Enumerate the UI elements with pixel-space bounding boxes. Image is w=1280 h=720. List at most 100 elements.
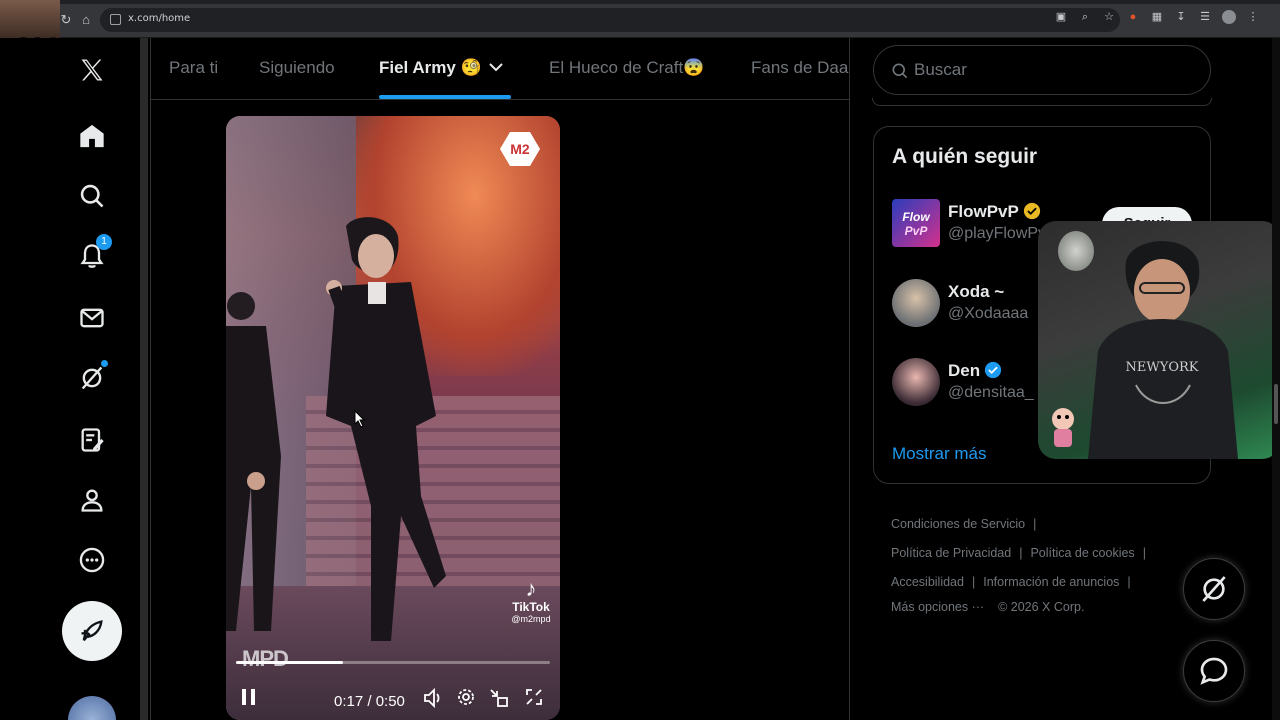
streamer-webcam-overlay: NEWYORK (1038, 221, 1280, 459)
page-scrollbar-thumb[interactable] (1274, 384, 1278, 424)
previous-card-bottom (872, 98, 1212, 106)
browser-toolbar: ↻ ⌂ x.com/home ▣ ⌕ ☆ ● ▦ ↧ ☰ ⋮ (0, 0, 1280, 38)
footer-link-terms[interactable]: Condiciones de Servicio (891, 517, 1025, 531)
footer-copyright: © 2026 X Corp. (998, 600, 1085, 614)
cartoon-sticker (1052, 408, 1074, 447)
tiktok-watermark-handle: @m2mpd (511, 614, 551, 624)
svg-text:PvP: PvP (905, 224, 929, 238)
search-box[interactable]: Buscar (873, 45, 1211, 95)
pip-icon[interactable] (488, 687, 510, 714)
search-icon (892, 63, 908, 79)
account-handle: @Xodaaaa (948, 305, 1029, 322)
grok-floating-button[interactable] (1183, 558, 1245, 620)
account-name[interactable]: Den (948, 361, 1002, 381)
search-input[interactable]: Buscar (914, 60, 967, 80)
chevron-down-icon[interactable] (488, 58, 504, 78)
streamer-person: NEWYORK (1088, 241, 1238, 459)
grok-icon (1202, 576, 1226, 602)
browser-extensions: ▣ ⌕ ☆ ● ▦ ↧ ☰ ⋮ (1054, 10, 1260, 24)
bookmark-star-icon[interactable]: ☆ (1102, 10, 1116, 24)
messages-icon[interactable] (76, 302, 108, 334)
home-browser-icon[interactable]: ⌂ (78, 12, 94, 28)
extensions-puzzle-icon[interactable]: ▦ (1150, 10, 1164, 24)
account-handle: @playFlowPv (948, 225, 1047, 242)
settings-gear-icon[interactable] (456, 687, 476, 712)
svg-text:Flow: Flow (902, 210, 930, 224)
tab-fans-de-daa[interactable]: Fans de Daa (751, 58, 848, 78)
screenshot-icon[interactable]: ▣ (1054, 10, 1068, 24)
tab-fiel-army-label: Fiel Army 🧐 (379, 58, 482, 77)
mouse-cursor-icon (354, 410, 366, 428)
fullscreen-icon[interactable] (524, 687, 544, 712)
more-icon[interactable] (76, 544, 108, 576)
search-icon[interactable] (76, 180, 108, 212)
blue-verified-icon (985, 361, 1002, 379)
svg-text:NEWYORK: NEWYORK (1126, 360, 1199, 375)
tiktok-watermark: ♪ TikTok @m2mpd (506, 576, 556, 625)
footer-link-cookies[interactable]: Política de cookies (1030, 546, 1134, 560)
profile-avatar-icon[interactable] (1222, 10, 1236, 24)
chat-bubble-icon (1200, 657, 1228, 685)
video-controls: 0:17 / 0:50 (226, 681, 560, 717)
notifications-badge: 1 (96, 234, 112, 250)
active-tab-indicator (379, 95, 511, 99)
main-timeline: Para ti Siguiendo Fiel Army 🧐 El Hueco d… (150, 38, 850, 720)
footer-link-more-options[interactable]: Más opciones ··· (891, 600, 984, 614)
tab-fiel-army[interactable]: Fiel Army 🧐 (379, 58, 504, 78)
footer-separator: | (1019, 546, 1023, 560)
footer-link-accessibility[interactable]: Accesibilidad (891, 575, 964, 589)
download-icon[interactable]: ↧ (1174, 10, 1188, 24)
volume-icon[interactable] (422, 687, 444, 714)
pause-icon[interactable] (240, 687, 258, 712)
sidebar-scrollbar[interactable] (140, 38, 148, 720)
messages-floating-button[interactable] (1183, 640, 1245, 702)
address-bar[interactable]: x.com/home (100, 8, 1120, 32)
profile-icon[interactable] (76, 484, 108, 516)
avatar[interactable]: Flow PvP (892, 199, 940, 247)
video-backup-dancer (226, 292, 281, 631)
home-icon[interactable] (76, 120, 108, 152)
tab-para-ti[interactable]: Para ti (169, 58, 218, 78)
tiktok-logo-icon: ♪ (525, 576, 537, 601)
account-name[interactable]: Xoda ~ (948, 282, 1004, 302)
tab-siguiendo[interactable]: Siguiendo (259, 58, 335, 78)
reload-icon[interactable]: ↻ (58, 12, 74, 28)
grok-icon[interactable] (76, 360, 108, 394)
footer-links: Condiciones de Servicio | Política de Pri… (891, 510, 1191, 617)
browser-menu-icon[interactable]: ⋮ (1246, 10, 1260, 24)
extension-red-icon[interactable]: ● (1126, 10, 1140, 24)
page-scrollbar[interactable] (1272, 38, 1280, 720)
mpd-watermark: MPD (242, 646, 289, 671)
account-name-text: FlowPvP (948, 202, 1019, 221)
account-name[interactable]: FlowPvP (948, 202, 1041, 222)
tiktok-watermark-label: TikTok (512, 600, 550, 614)
footer-separator: | (1142, 546, 1146, 560)
footer-link-ads-info[interactable]: Información de anuncios (983, 575, 1119, 589)
timeline-tabs: Para ti Siguiendo Fiel Army 🧐 El Hueco d… (151, 38, 849, 100)
account-name-text: Den (948, 361, 981, 380)
media-control-icon[interactable]: ☰ (1198, 10, 1212, 24)
video-progress-bar[interactable] (236, 661, 550, 664)
browser-tab-strip (0, 0, 1280, 4)
lists-icon[interactable] (76, 424, 108, 456)
site-info-icon[interactable] (110, 14, 121, 25)
url-text[interactable]: x.com/home (128, 13, 190, 24)
video-time: 0:17 / 0:50 (334, 693, 405, 710)
show-more-link[interactable]: Mostrar más (892, 444, 986, 464)
avatar[interactable] (892, 358, 940, 406)
account-handle: @densitaa_ (948, 384, 1034, 401)
zoom-icon[interactable]: ⌕ (1078, 10, 1092, 24)
post-feather-icon (81, 620, 103, 642)
video-player[interactable]: M2 ♪ TikTok @m2mpd MPD 0:17 / 0:50 (226, 116, 560, 720)
footer-separator: | (1127, 575, 1131, 589)
gold-verified-icon (1023, 202, 1040, 220)
notifications-icon[interactable]: 1 (76, 234, 112, 272)
grok-dot-badge (101, 360, 108, 367)
post-button[interactable] (62, 601, 122, 661)
video-progress-fill (236, 661, 343, 664)
avatar[interactable] (892, 279, 940, 327)
x-logo-icon[interactable] (76, 54, 108, 86)
footer-separator: | (971, 575, 976, 589)
tab-el-hueco-de-craft[interactable]: El Hueco de Craft😨 (549, 58, 704, 78)
footer-link-privacy[interactable]: Política de Privacidad (891, 546, 1011, 560)
